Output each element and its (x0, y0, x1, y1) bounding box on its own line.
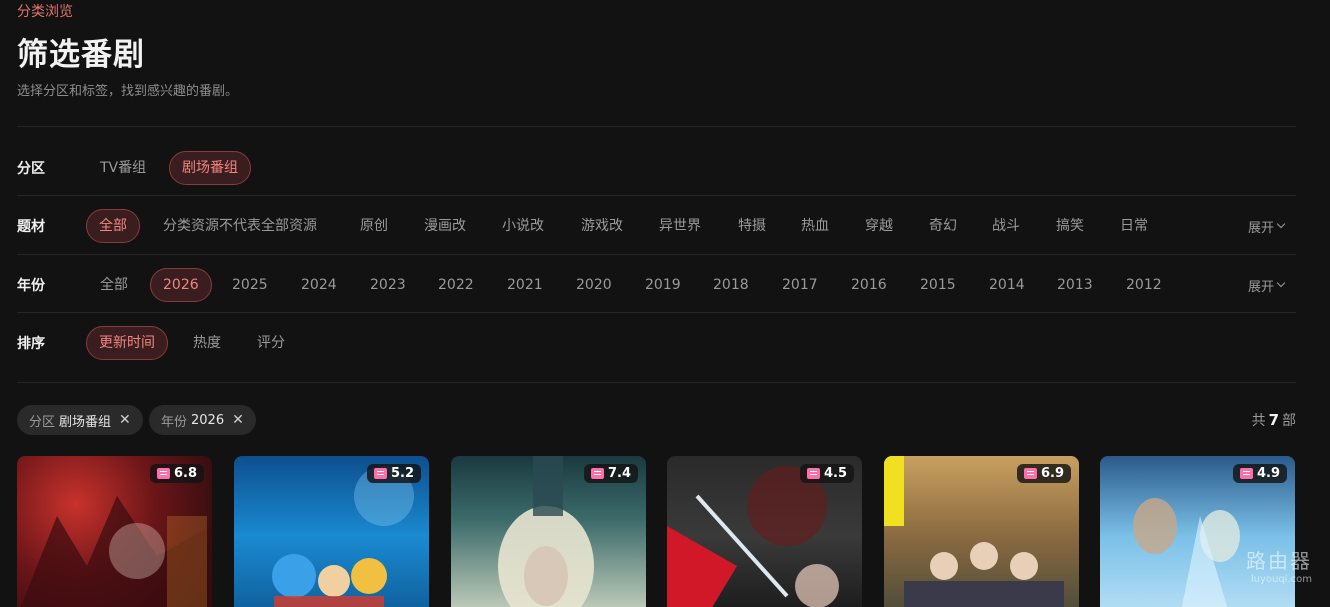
genre-expand-button[interactable]: 展开 (1247, 217, 1286, 236)
breadcrumb[interactable]: 分类浏览 (17, 1, 73, 21)
filter-row-zone: 分区 TV番组 剧场番组 (0, 146, 1296, 190)
rating-badge: 7.4 (583, 464, 638, 483)
result-count: 共7部 (1252, 410, 1296, 430)
divider (17, 312, 1296, 313)
poster-card[interactable]: 6.8 (17, 456, 212, 607)
rating-value: 6.8 (173, 466, 197, 481)
tag-key: 分区 (29, 414, 56, 430)
filter-label: 年份 (17, 278, 45, 294)
watermark-url: luyouqi.com (1250, 574, 1312, 585)
watermark: 路由器 luyouqi.com (1246, 545, 1312, 585)
year-option[interactable]: 2013 (1057, 275, 1093, 295)
rating-badge: 6.9 (1016, 464, 1071, 483)
sort-option-score[interactable]: 评分 (257, 333, 285, 353)
divider (17, 126, 1296, 127)
genre-option[interactable]: 战斗 (992, 216, 1020, 236)
genre-option[interactable]: 奇幻 (929, 216, 957, 236)
rating-badge: 4.9 (1232, 464, 1287, 483)
zone-option-movie[interactable]: 剧场番组 (169, 151, 251, 185)
tag-value: 剧场番组 (59, 414, 112, 430)
genre-option[interactable]: 分类资源不代表全部资源 (163, 216, 317, 236)
count-suffix: 部 (1282, 413, 1296, 429)
comment-icon (806, 468, 820, 479)
zone-option-tv[interactable]: TV番组 (100, 158, 146, 178)
poster-card[interactable]: 7.4 (451, 456, 646, 607)
year-option[interactable]: 2026 (150, 268, 212, 302)
tag-key: 年份 (161, 414, 188, 430)
genre-option[interactable]: 游戏改 (581, 216, 623, 236)
comment-icon (590, 468, 604, 479)
rating-badge: 4.5 (799, 464, 854, 483)
page-subtitle: 选择分区和标签，找到感兴趣的番剧。 (17, 84, 239, 99)
genre-option[interactable]: 漫画改 (424, 216, 466, 236)
close-icon[interactable]: ✕ (119, 412, 131, 428)
tag-value: 2026 (191, 412, 225, 428)
year-option[interactable]: 2012 (1126, 275, 1162, 295)
rating-value: 6.9 (1040, 466, 1064, 481)
year-option[interactable]: 2018 (713, 275, 749, 295)
genre-option[interactable]: 全部 (86, 209, 140, 243)
filter-row-sort: 排序 更新时间 热度 评分 (0, 321, 1296, 365)
filter-row-genre: 题材 全部 分类资源不代表全部资源 原创 漫画改 小说改 游戏改 异世界 特摄 … (0, 204, 1296, 248)
year-option[interactable]: 2015 (920, 275, 956, 295)
poster-card[interactable]: 4.5 (667, 456, 862, 607)
expand-label: 展开 (1247, 220, 1274, 236)
genre-option[interactable]: 穿越 (865, 216, 893, 236)
count-prefix: 共 (1251, 413, 1266, 429)
year-option[interactable]: 2021 (507, 275, 543, 295)
genre-option[interactable]: 原创 (360, 216, 388, 236)
sort-option-popularity[interactable]: 热度 (193, 333, 221, 353)
year-option[interactable]: 2014 (989, 275, 1025, 295)
rating-value: 7.4 (607, 466, 631, 481)
year-option[interactable]: 2019 (645, 275, 681, 295)
divider (17, 382, 1296, 383)
filter-row-year: 年份 全部 2026 2025 2024 2023 2022 2021 2020… (0, 263, 1296, 307)
genre-option[interactable]: 热血 (801, 216, 829, 236)
rating-badge: 5.2 (366, 464, 421, 483)
watermark-title: 路由器 (1246, 549, 1312, 573)
year-option[interactable]: 2023 (370, 275, 406, 295)
count-number: 7 (1268, 411, 1279, 429)
expand-label: 展开 (1247, 279, 1274, 295)
rating-value: 4.5 (823, 466, 847, 481)
filter-label: 分区 (17, 161, 45, 177)
year-expand-button[interactable]: 展开 (1247, 276, 1286, 295)
close-icon[interactable]: ✕ (232, 412, 244, 428)
poster-card[interactable]: 5.2 (234, 456, 429, 607)
year-option[interactable]: 2022 (438, 275, 474, 295)
active-filter-tag: 年份 2026 ✕ (149, 405, 256, 435)
rating-badge: 6.8 (149, 464, 204, 483)
comment-icon (1239, 468, 1253, 479)
year-option[interactable]: 2020 (576, 275, 612, 295)
active-filter-tag: 分区 剧场番组 ✕ (17, 405, 143, 435)
sort-option-updated[interactable]: 更新时间 (86, 326, 168, 360)
genre-option[interactable]: 异世界 (659, 216, 701, 236)
rating-value: 5.2 (390, 466, 414, 481)
rating-value: 4.9 (1256, 466, 1280, 481)
comment-icon (373, 468, 387, 479)
divider (17, 254, 1296, 255)
comment-icon (156, 468, 170, 479)
filter-label: 排序 (17, 336, 45, 352)
year-option[interactable]: 2024 (301, 275, 337, 295)
year-option[interactable]: 全部 (100, 275, 128, 295)
genre-option[interactable]: 日常 (1120, 216, 1148, 236)
poster-card[interactable]: 6.9 (884, 456, 1079, 607)
page-title: 筛选番剧 (17, 37, 145, 73)
year-option[interactable]: 2017 (782, 275, 818, 295)
genre-option[interactable]: 搞笑 (1056, 216, 1084, 236)
divider (17, 195, 1296, 196)
comment-icon (1023, 468, 1037, 479)
year-option[interactable]: 2025 (232, 275, 268, 295)
chevron-down-icon (1276, 278, 1286, 288)
year-option[interactable]: 2016 (851, 275, 887, 295)
filter-label: 题材 (17, 219, 45, 235)
genre-option[interactable]: 小说改 (502, 216, 544, 236)
chevron-down-icon (1276, 219, 1286, 229)
genre-option[interactable]: 特摄 (738, 216, 766, 236)
